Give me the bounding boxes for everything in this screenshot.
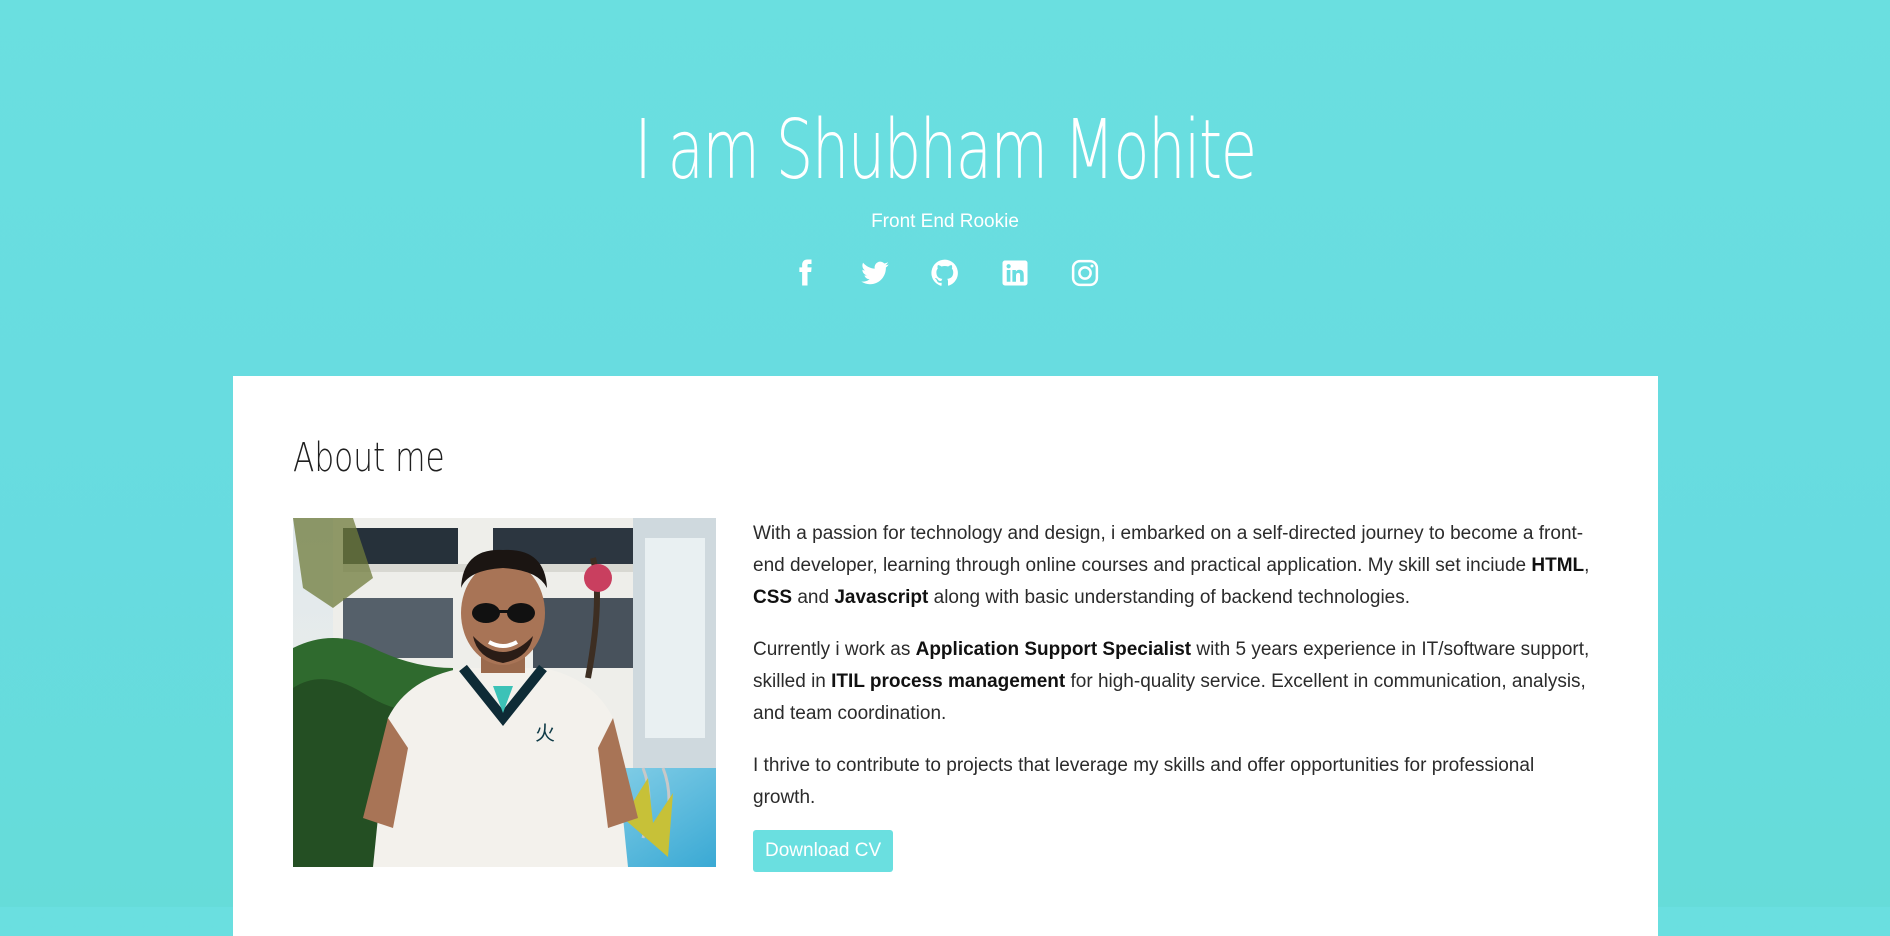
skill-css: CSS bbox=[753, 587, 793, 608]
twitter-icon bbox=[861, 261, 889, 285]
job-role: Application Support Specialist bbox=[915, 639, 1192, 660]
instagram-link[interactable] bbox=[1069, 257, 1101, 289]
itil-skill: ITIL process management bbox=[831, 671, 1066, 692]
hero-header: I am Shubham Mohite Front End Rookie bbox=[0, 0, 1890, 289]
social-links bbox=[0, 257, 1890, 289]
profile-photo-image: 火 bbox=[293, 518, 716, 867]
about-content: 火 With a passion for technology and desi… bbox=[293, 518, 1598, 872]
download-cv-button[interactable]: Download CV bbox=[753, 830, 894, 872]
facebook-icon bbox=[799, 259, 812, 286]
about-card: About me 火 With a passion for technology… bbox=[233, 376, 1658, 936]
svg-text:火: 火 bbox=[535, 721, 555, 745]
page-subtitle: Front End Rookie bbox=[871, 211, 1019, 232]
linkedin-icon bbox=[1002, 260, 1028, 286]
github-icon bbox=[931, 259, 958, 286]
about-paragraph-3: I thrive to contribute to projects that … bbox=[753, 755, 1535, 808]
skill-html: HTML bbox=[1531, 555, 1585, 576]
skill-javascript: Javascript bbox=[834, 587, 929, 608]
github-link[interactable] bbox=[929, 257, 961, 289]
page-title: I am Shubham Mohite bbox=[634, 103, 1257, 198]
about-paragraph-1: With a passion for technology and design… bbox=[753, 523, 1590, 608]
facebook-link[interactable] bbox=[789, 257, 821, 289]
about-text: With a passion for technology and design… bbox=[753, 518, 1598, 872]
linkedin-link[interactable] bbox=[999, 257, 1031, 289]
profile-photo: 火 bbox=[293, 518, 716, 867]
about-heading: About me bbox=[293, 435, 445, 481]
twitter-link[interactable] bbox=[859, 257, 891, 289]
about-paragraph-2: Currently i work as Application Support … bbox=[753, 639, 1590, 724]
instagram-icon bbox=[1071, 259, 1099, 287]
